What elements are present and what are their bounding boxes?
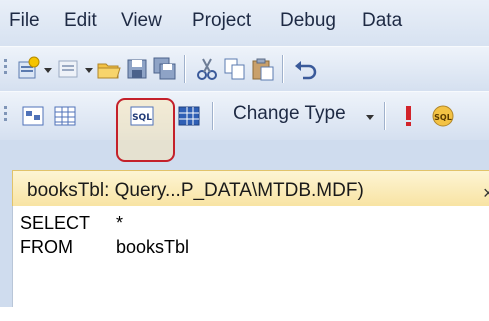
execute-sql-icon[interactable] (396, 103, 422, 129)
dropdown-arrow-icon[interactable] (85, 68, 93, 73)
svg-text:SQL: SQL (132, 113, 152, 123)
save-icon[interactable] (124, 56, 150, 82)
sql-pane[interactable]: SELECT * FROM booksTbl (12, 206, 489, 307)
add-item-icon[interactable] (56, 56, 82, 82)
toolbar-separator (184, 55, 186, 83)
query-designer-toolbar: SQL Change Type SQL (0, 91, 489, 162)
show-results-pane-icon[interactable] (176, 103, 202, 129)
toolbar-separator (282, 55, 284, 83)
save-all-icon[interactable] (152, 56, 178, 82)
show-sql-pane-icon[interactable]: SQL (129, 103, 155, 129)
menu-bar: File Edit View Project Debug Data (0, 0, 489, 46)
change-type-button[interactable]: Change Type (233, 103, 346, 125)
open-folder-icon[interactable] (96, 56, 122, 82)
show-diagram-pane-icon[interactable] (20, 103, 46, 129)
menu-debug[interactable]: Debug (280, 10, 336, 32)
dropdown-arrow-icon[interactable] (44, 68, 52, 73)
tab-title: booksTbl: Query...P_DATA\MTDB.MDF) (27, 180, 364, 201)
tab-query-designer[interactable]: booksTbl: Query...P_DATA\MTDB.MDF) × (12, 170, 489, 207)
add-new-item-icon[interactable] (16, 56, 42, 82)
undo-icon[interactable] (292, 56, 318, 82)
sql-argument: booksTbl (116, 237, 190, 257)
svg-text:SQL: SQL (434, 113, 452, 122)
menu-project[interactable]: Project (192, 10, 251, 32)
verify-sql-icon[interactable]: SQL (430, 103, 456, 129)
menu-view[interactable]: View (121, 10, 162, 32)
sql-line-from: FROM booksTbl (20, 237, 189, 321)
menu-data[interactable]: Data (362, 10, 402, 32)
ide-window: File Edit View Project Debug Data SQL Ch… (0, 0, 489, 307)
menu-file[interactable]: File (9, 10, 40, 32)
menu-edit[interactable]: Edit (64, 10, 97, 32)
toolbar-grip[interactable] (4, 106, 8, 124)
paste-icon[interactable] (250, 56, 276, 82)
toolbar-grip[interactable] (4, 59, 8, 77)
cut-icon[interactable] (194, 56, 220, 82)
document-tab-strip: booksTbl: Query...P_DATA\MTDB.MDF) × (0, 166, 489, 207)
toolbar-separator (212, 102, 214, 130)
sql-keyword: SELECT (20, 213, 91, 233)
standard-toolbar (0, 46, 489, 91)
chevron-down-icon[interactable] (366, 115, 374, 120)
sql-argument: * (116, 213, 124, 233)
toolbar-separator (384, 102, 386, 130)
show-criteria-pane-icon[interactable] (52, 103, 78, 129)
close-icon[interactable]: × (483, 183, 489, 204)
copy-icon[interactable] (222, 56, 248, 82)
sql-keyword: FROM (20, 237, 73, 257)
